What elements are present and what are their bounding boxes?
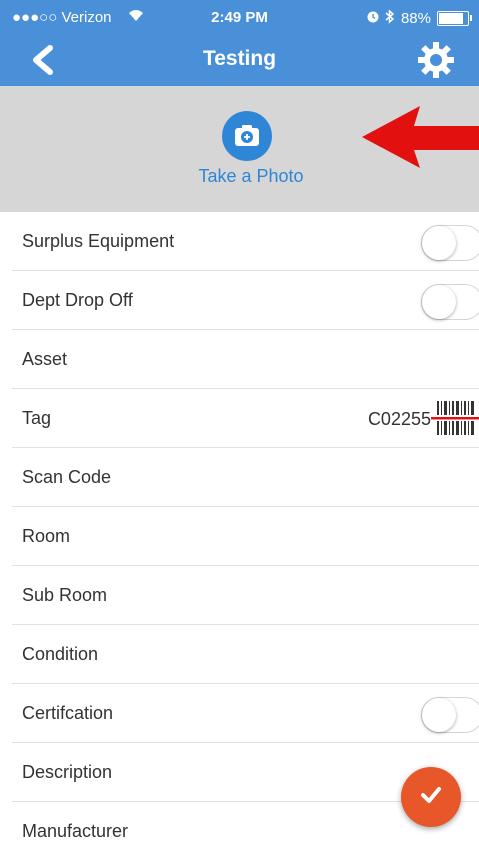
page-title: Testing: [202, 47, 277, 70]
form-list: Surplus Equipment Dept Drop Off Asset Ta…: [12, 212, 479, 860]
status-bar: ●●●○○ Verizon 2:49 PM 88%: [0, 0, 479, 34]
row-room[interactable]: Room: [12, 507, 479, 566]
surplus-equipment-toggle[interactable]: [421, 225, 479, 261]
battery-percent: 88%: [400, 10, 431, 27]
gear-icon[interactable]: [415, 39, 457, 81]
photo-panel: Take a Photo: [0, 86, 479, 212]
tag-label: Tag: [22, 407, 52, 428]
red-arrow-annotation: [358, 96, 479, 176]
row-scan-code[interactable]: Scan Code: [12, 448, 479, 507]
battery-icon: [437, 11, 472, 26]
row-surplus-equipment: Surplus Equipment: [12, 212, 479, 271]
dept-drop-off-toggle[interactable]: [421, 284, 479, 320]
dept-drop-off-label: Dept Drop Off: [22, 289, 133, 310]
room-label: Room: [22, 525, 71, 546]
scan-code-label: Scan Code: [22, 466, 112, 487]
certification-label: Certifcation: [22, 702, 114, 723]
tag-value: C02255: [367, 409, 431, 429]
bluetooth-icon: [385, 9, 395, 28]
row-condition[interactable]: Condition: [12, 625, 479, 684]
status-right: 88%: [367, 9, 472, 28]
row-tag[interactable]: Tag C02255: [12, 389, 479, 448]
asset-label: Asset: [22, 348, 68, 369]
surplus-equipment-label: Surplus Equipment: [22, 230, 175, 251]
barcode-icon[interactable]: [431, 399, 479, 437]
row-dept-drop-off: Dept Drop Off: [12, 271, 479, 330]
row-asset[interactable]: Asset: [12, 330, 479, 389]
checkmark-icon: [416, 780, 446, 815]
alarm-icon: [367, 10, 379, 27]
nav-bar: Testing: [0, 34, 479, 86]
row-certification: Certifcation: [12, 684, 479, 743]
certification-toggle[interactable]: [421, 697, 479, 733]
description-label: Description: [22, 761, 113, 782]
row-sub-room[interactable]: Sub Room: [12, 566, 479, 625]
manufacturer-label: Manufacturer: [22, 820, 129, 841]
condition-label: Condition: [22, 643, 99, 664]
submit-button[interactable]: [401, 767, 461, 827]
camera-plus-icon[interactable]: [221, 110, 273, 162]
sub-room-label: Sub Room: [22, 584, 108, 605]
